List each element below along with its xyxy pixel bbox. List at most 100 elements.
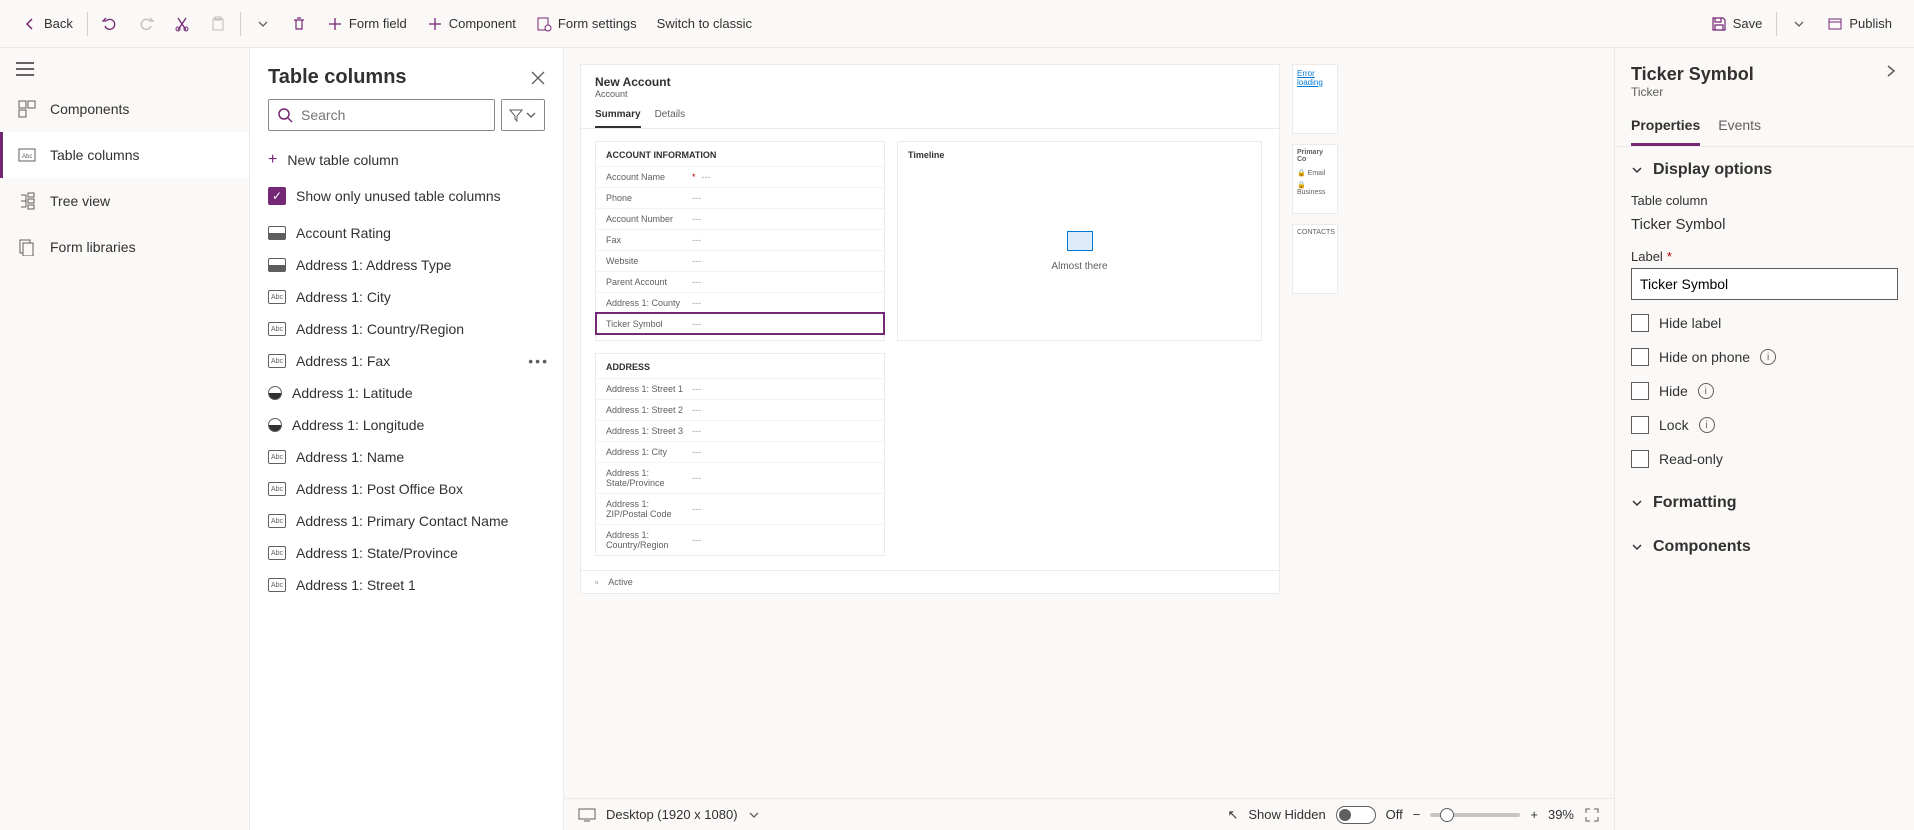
cut-button[interactable] xyxy=(164,10,200,38)
form-settings-icon xyxy=(536,16,552,32)
column-item[interactable]: AbcAddress 1: City••• xyxy=(250,281,563,313)
add-form-field-button[interactable]: Form field xyxy=(317,10,417,38)
zoom-slider[interactable] xyxy=(1430,813,1520,817)
search-input[interactable] xyxy=(301,107,486,123)
undo-icon xyxy=(102,16,118,32)
lock-checkbox[interactable]: Lock i xyxy=(1631,408,1898,442)
hide-on-phone-checkbox[interactable]: Hide on phone i xyxy=(1631,340,1898,374)
paste-icon xyxy=(210,16,226,32)
hamburger-button[interactable] xyxy=(0,52,249,86)
form-tab-details[interactable]: Details xyxy=(655,109,686,128)
table-columns-icon: Abc xyxy=(18,146,36,164)
section-account-info[interactable]: ACCOUNT INFORMATION Account Name*---Phon… xyxy=(595,141,885,341)
zoom-out-button[interactable]: − xyxy=(1413,807,1421,822)
label-input[interactable] xyxy=(1631,268,1898,300)
close-panel-button[interactable] xyxy=(531,71,545,85)
column-item[interactable]: AbcAddress 1: Street 1••• xyxy=(250,569,563,601)
column-item[interactable]: AbcAddress 1: State/Province••• xyxy=(250,537,563,569)
form-field-row[interactable]: Address 1: Street 2--- xyxy=(596,399,884,420)
info-icon[interactable]: i xyxy=(1760,349,1776,365)
paste-button[interactable] xyxy=(200,10,236,38)
form-field-row[interactable]: Website--- xyxy=(596,250,884,271)
column-item[interactable]: AbcAddress 1: Name••• xyxy=(250,441,563,473)
info-icon[interactable]: i xyxy=(1699,417,1715,433)
column-item[interactable]: Address 1: Address Type••• xyxy=(250,249,563,281)
show-hidden-toggle[interactable] xyxy=(1336,806,1376,824)
plus-icon xyxy=(427,16,443,32)
new-table-column-button[interactable]: + New table column xyxy=(250,141,563,179)
zoom-in-button[interactable]: + xyxy=(1530,807,1538,822)
redo-button[interactable] xyxy=(128,10,164,38)
form-field-row[interactable]: Address 1: ZIP/Postal Code--- xyxy=(596,493,884,524)
form-field-row[interactable]: Fax--- xyxy=(596,229,884,250)
paste-dropdown[interactable] xyxy=(245,10,281,38)
form-field-row[interactable]: Account Number--- xyxy=(596,208,884,229)
redo-icon xyxy=(138,16,154,32)
required-indicator: * xyxy=(692,172,696,182)
show-unused-label: Show only unused table columns xyxy=(296,188,501,204)
mini-card-error[interactable]: Error loading xyxy=(1292,64,1338,134)
mini-card-primary-contact[interactable]: Primary Co 🔒 Email 🔒 Business xyxy=(1292,144,1338,214)
form-field-row[interactable]: Address 1: County--- xyxy=(596,292,884,313)
form-field-row[interactable]: Address 1: Street 3--- xyxy=(596,420,884,441)
form-field-label: Form field xyxy=(349,16,407,31)
field-value: --- xyxy=(692,405,701,415)
tab-events[interactable]: Events xyxy=(1718,107,1761,146)
save-button[interactable]: Save xyxy=(1701,10,1773,38)
section-address[interactable]: ADDRESS Address 1: Street 1---Address 1:… xyxy=(595,353,885,556)
expand-panel-button[interactable] xyxy=(1884,64,1898,78)
section-timeline[interactable]: Timeline Almost there xyxy=(897,141,1262,341)
switch-classic-button[interactable]: Switch to classic xyxy=(647,10,762,37)
form-field-row[interactable]: Address 1: Street 1--- xyxy=(596,378,884,399)
viewport-dropdown[interactable] xyxy=(748,809,760,821)
form-field-row[interactable]: Address 1: State/Province--- xyxy=(596,462,884,493)
column-item[interactable]: Address 1: Longitude••• xyxy=(250,409,563,441)
section-components[interactable]: Components xyxy=(1631,538,1898,564)
form-libraries-icon xyxy=(18,238,36,256)
form-field-row[interactable]: Address 1: City--- xyxy=(596,441,884,462)
search-box[interactable] xyxy=(268,99,495,131)
back-button[interactable]: Back xyxy=(12,10,83,38)
publish-label: Publish xyxy=(1849,16,1892,31)
read-only-checkbox[interactable]: Read-only xyxy=(1631,442,1898,476)
column-item[interactable]: Account Rating••• xyxy=(250,217,563,249)
section-title: Timeline xyxy=(898,142,1261,166)
publish-button[interactable]: Publish xyxy=(1817,10,1902,38)
section-display-options[interactable]: Display options xyxy=(1631,161,1898,187)
nav-table-columns[interactable]: Abc Table columns xyxy=(0,132,249,178)
hide-checkbox[interactable]: Hide i xyxy=(1631,374,1898,408)
form-preview[interactable]: New Account Account Summary Details ACCO… xyxy=(580,64,1280,594)
fit-button[interactable] xyxy=(1584,807,1600,823)
form-field-row[interactable]: Ticker Symbol--- xyxy=(596,313,884,334)
form-field-row[interactable]: Address 1: Country/Region--- xyxy=(596,524,884,555)
form-settings-button[interactable]: Form settings xyxy=(526,10,647,38)
mini-card-contacts[interactable]: CONTACTS xyxy=(1292,224,1338,294)
filter-button[interactable] xyxy=(501,99,545,131)
info-icon[interactable]: i xyxy=(1698,383,1714,399)
show-unused-checkbox-row[interactable]: ✓ Show only unused table columns xyxy=(250,179,563,217)
hide-label-checkbox[interactable]: Hide label xyxy=(1631,306,1898,340)
add-component-button[interactable]: Component xyxy=(417,10,526,38)
save-dropdown[interactable] xyxy=(1781,10,1817,38)
nav-form-libraries[interactable]: Form libraries xyxy=(0,224,249,270)
status-value: Active xyxy=(608,577,633,587)
column-item[interactable]: AbcAddress 1: Fax••• xyxy=(250,345,563,377)
form-field-row[interactable]: Account Name*--- xyxy=(596,166,884,187)
nav-tree-view[interactable]: Tree view xyxy=(0,178,249,224)
field-label: Address 1: State/Province xyxy=(606,468,686,488)
undo-button[interactable] xyxy=(92,10,128,38)
show-hidden-label: Show Hidden xyxy=(1248,807,1325,822)
field-label: Address 1: City xyxy=(606,447,686,457)
more-icon[interactable]: ••• xyxy=(528,353,549,369)
column-item[interactable]: AbcAddress 1: Primary Contact Name••• xyxy=(250,505,563,537)
form-tab-summary[interactable]: Summary xyxy=(595,109,641,128)
nav-components[interactable]: Components xyxy=(0,86,249,132)
column-item[interactable]: AbcAddress 1: Country/Region••• xyxy=(250,313,563,345)
section-formatting[interactable]: Formatting xyxy=(1631,494,1898,520)
form-field-row[interactable]: Parent Account--- xyxy=(596,271,884,292)
delete-button[interactable] xyxy=(281,10,317,38)
form-field-row[interactable]: Phone--- xyxy=(596,187,884,208)
column-item[interactable]: Address 1: Latitude••• xyxy=(250,377,563,409)
tab-properties[interactable]: Properties xyxy=(1631,107,1700,146)
column-item[interactable]: AbcAddress 1: Post Office Box••• xyxy=(250,473,563,505)
